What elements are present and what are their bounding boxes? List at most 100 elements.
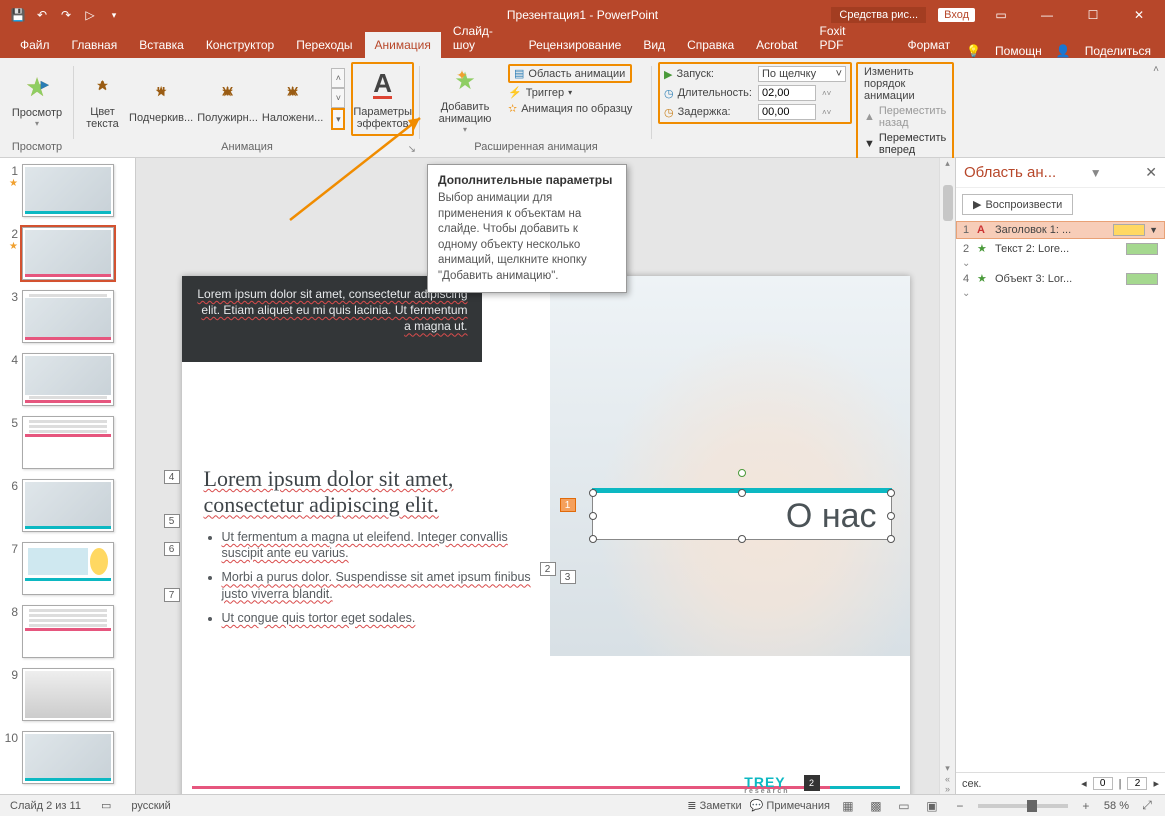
ribbon: ˄ ★▶ Просмотр ▾ Просмотр ★А Цвет текста … (0, 58, 1165, 158)
tab-home[interactable]: Главная (62, 32, 128, 58)
undo-icon[interactable]: ↶ (34, 7, 50, 23)
comments-button[interactable]: 💬 Примечания (750, 799, 830, 812)
start-from-beginning-icon[interactable]: ▷ (82, 7, 98, 23)
tab-help[interactable]: Справка (677, 32, 744, 58)
start-dropdown[interactable]: По щелчку˅ (758, 66, 846, 82)
anim-underline[interactable]: ★Ч Подчеркив... (129, 62, 193, 136)
animation-painter-button[interactable]: ✫ Анимация по образцу (508, 102, 632, 115)
thumb-3[interactable] (22, 290, 114, 343)
minimize-button[interactable]: — (1027, 1, 1067, 29)
slide-thumbnails[interactable]: 1★ 2★ 3 4 5 6 7 8 9 10 (0, 158, 136, 794)
move-later-button[interactable]: ▼Переместить вперед (864, 132, 946, 156)
thumb-8[interactable] (22, 605, 114, 658)
anim-tag-4[interactable]: 4 (164, 470, 180, 484)
tab-review[interactable]: Рецензирование (519, 32, 632, 58)
window-title: Презентация1 - PowerPoint (507, 8, 658, 22)
anim-tag-2[interactable]: 2 (540, 562, 556, 576)
anim-color-text[interactable]: ★А Цвет текста (80, 62, 125, 136)
collapse-ribbon-icon[interactable]: ˄ (1153, 64, 1159, 75)
gallery-down-icon[interactable]: ˅ (331, 88, 345, 108)
vertical-scrollbar[interactable]: ▴▾«» (939, 158, 955, 794)
gallery-up-icon[interactable]: ˄ (331, 68, 345, 88)
delay-input[interactable] (758, 104, 816, 120)
tab-file[interactable]: Файл (10, 32, 60, 58)
timeline-next-icon[interactable]: ▸ (1153, 777, 1159, 790)
tab-acrobat[interactable]: Acrobat (746, 32, 807, 58)
reading-view-icon[interactable]: ▭ (894, 798, 914, 814)
play-from-button[interactable]: ▶Воспроизвести (962, 194, 1073, 215)
move-earlier-button[interactable]: ▲Переместить назад (864, 105, 946, 129)
timeline-pos-input[interactable] (1093, 777, 1113, 790)
title-text: О нас (786, 497, 877, 536)
thumb-9[interactable] (22, 668, 114, 721)
tell-me-icon[interactable]: 💡 (966, 44, 981, 58)
anim-tag-7[interactable]: 7 (164, 588, 180, 602)
tell-me-label[interactable]: Помощн (995, 44, 1042, 58)
thumb-2[interactable] (22, 227, 114, 280)
thumb-7[interactable] (22, 542, 114, 595)
tab-format[interactable]: Формат (893, 32, 964, 58)
timeline-end-input[interactable] (1127, 777, 1147, 790)
trigger-button[interactable]: ⚡ Триггер ▾ (508, 86, 632, 99)
anim-tag-5[interactable]: 5 (164, 514, 180, 528)
tab-slideshow[interactable]: Слайд-шоу (443, 18, 517, 58)
close-pane-icon[interactable]: ✕ (1145, 164, 1157, 181)
expand-icon[interactable]: ⌄ (956, 258, 1165, 269)
maximize-button[interactable]: ☐ (1073, 1, 1113, 29)
language-status[interactable]: русский (121, 800, 180, 812)
tab-design[interactable]: Конструктор (196, 32, 284, 58)
sorter-view-icon[interactable]: ▩ (866, 798, 886, 814)
thumb-1[interactable] (22, 164, 114, 217)
normal-view-icon[interactable]: ▦ (838, 798, 858, 814)
spellcheck-icon[interactable]: ▭ (101, 799, 111, 812)
ribbon-display-icon[interactable]: ▭ (981, 1, 1021, 29)
slideshow-view-icon[interactable]: ▣ (922, 798, 942, 814)
tab-animations[interactable]: Анимация (365, 32, 441, 58)
tab-view[interactable]: Вид (633, 32, 675, 58)
duration-input[interactable] (758, 85, 816, 101)
thumb-4[interactable] (22, 353, 114, 406)
sign-in-button[interactable]: Вход (938, 8, 975, 22)
close-button[interactable]: ✕ (1119, 1, 1159, 29)
share-icon[interactable]: 👤 (1056, 44, 1071, 58)
animation-pane: Область ан... ▼ ✕ ▶Воспроизвести 1 A Заг… (955, 158, 1165, 794)
anim-pane-item-2[interactable]: 2 ★ Текст 2: Lore... (956, 239, 1165, 258)
preview-icon: ★▶ (20, 70, 54, 104)
qat-customize-icon[interactable]: ▾ (106, 7, 122, 23)
redo-icon[interactable]: ↷ (58, 7, 74, 23)
chevron-down-icon[interactable]: ▼ (1090, 166, 1102, 180)
anim-bold[interactable]: ★Ж Полужирн... (197, 62, 258, 136)
thumb-6[interactable] (22, 479, 114, 532)
thumb-5[interactable] (22, 416, 114, 469)
share-label[interactable]: Поделиться (1085, 44, 1151, 58)
anim-indicator-icon: ★ (9, 241, 18, 252)
anim-pane-item-3[interactable]: 4 ★ Объект 3: Lor... (956, 269, 1165, 288)
zoom-level[interactable]: 58 % (1104, 800, 1129, 812)
zoom-slider[interactable] (978, 804, 1068, 808)
up-icon: ▲ (864, 111, 875, 123)
anim-tag-3[interactable]: 3 (560, 570, 576, 584)
slide-counter[interactable]: Слайд 2 из 11 (0, 800, 91, 812)
font-color-icon: A (977, 224, 991, 236)
animation-pane-button[interactable]: ▤ Область анимации (508, 64, 632, 83)
preview-button[interactable]: ★▶ Просмотр ▾ (6, 62, 68, 136)
fit-window-icon[interactable]: ⤢ (1137, 798, 1157, 814)
slide-canvas[interactable]: 4 5 6 7 Lorem ipsum dolor sit amet, cons… (182, 276, 910, 794)
save-icon[interactable]: 💾 (10, 7, 26, 23)
thumb-10[interactable] (22, 731, 114, 784)
slide-text-left[interactable]: Lorem ipsum dolor sit amet, consectetur … (204, 466, 544, 634)
anim-tag-6[interactable]: 6 (164, 542, 180, 556)
tab-foxit[interactable]: Foxit PDF (810, 18, 876, 58)
anim-pane-item-1[interactable]: 1 A Заголовок 1: ... ▼ (956, 221, 1165, 239)
expand-icon[interactable]: ⌄ (956, 288, 1165, 299)
emphasis-star-icon: ★ (977, 242, 991, 255)
title-textbox[interactable]: О нас (592, 488, 892, 540)
tab-insert[interactable]: Вставка (129, 32, 194, 58)
tab-transitions[interactable]: Переходы (286, 32, 362, 58)
timeline-prev-icon[interactable]: ◂ (1081, 777, 1087, 790)
zoom-in-icon[interactable]: + (1076, 798, 1096, 814)
zoom-out-icon[interactable]: − (950, 798, 970, 814)
notes-button[interactable]: ≣ Заметки (687, 799, 741, 812)
item-menu-icon[interactable]: ▼ (1149, 225, 1158, 235)
anim-tag-1[interactable]: 1 (560, 498, 576, 512)
